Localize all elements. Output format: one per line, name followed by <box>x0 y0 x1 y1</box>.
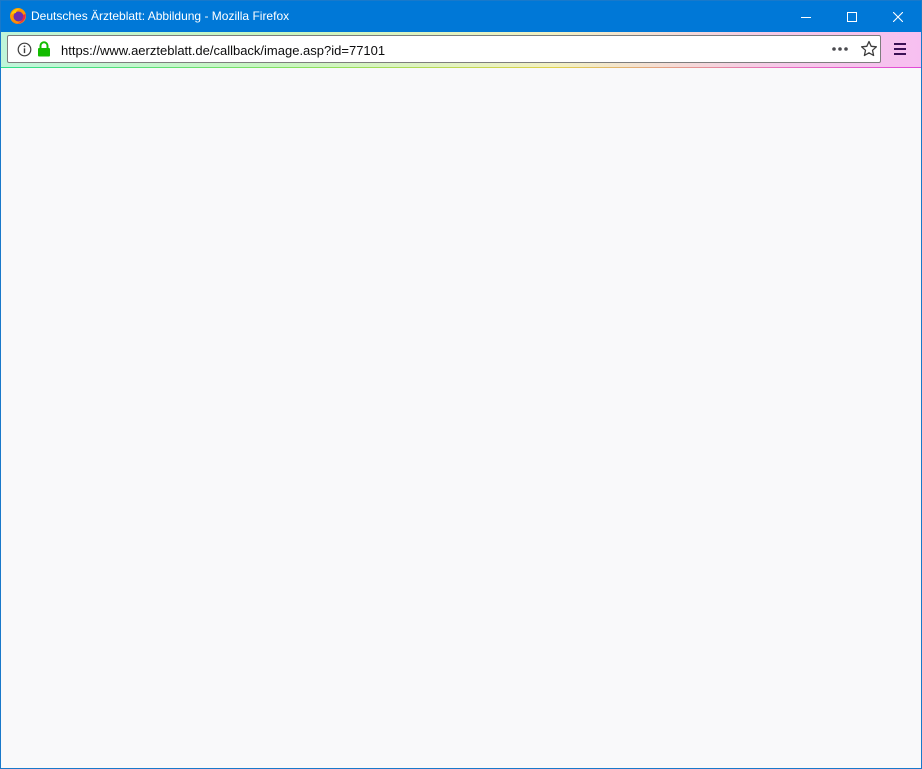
hamburger-menu-icon[interactable] <box>892 41 908 57</box>
maximize-button[interactable] <box>829 1 875 32</box>
close-icon <box>893 11 903 22</box>
minimize-icon <box>801 12 811 22</box>
lock-icon[interactable] <box>37 41 51 57</box>
maximize-icon <box>847 11 857 22</box>
star-icon[interactable] <box>860 40 878 58</box>
minimize-button[interactable] <box>783 1 829 32</box>
firefox-icon <box>9 7 27 25</box>
browser-window: Deutsches Ärzteblatt: Abbildung - Mozill… <box>0 0 922 769</box>
url-text[interactable]: https://www.aerzteblatt.de/callback/imag… <box>61 43 385 58</box>
close-button[interactable] <box>875 1 921 32</box>
title-bar[interactable]: Deutsches Ärzteblatt: Abbildung - Mozill… <box>1 1 921 32</box>
more-icon[interactable] <box>830 41 852 57</box>
info-icon[interactable] <box>17 42 32 57</box>
page-content <box>1 68 921 768</box>
url-bar[interactable]: https://www.aerzteblatt.de/callback/imag… <box>7 35 881 63</box>
window-title: Deutsches Ärzteblatt: Abbildung - Mozill… <box>31 9 290 23</box>
navigation-toolbar: https://www.aerzteblatt.de/callback/imag… <box>1 32 921 67</box>
